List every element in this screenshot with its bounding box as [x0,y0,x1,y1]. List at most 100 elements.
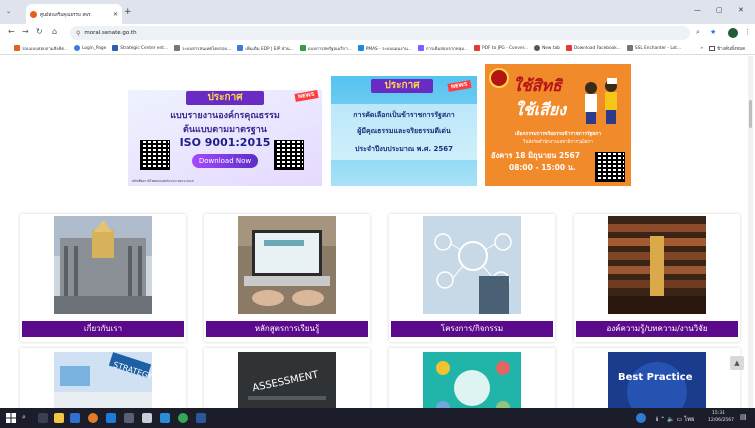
banner-iso-report[interactable]: ประกาศ NEWS แบบรายงานองค์กรคุณธรรม ต้นแบ… [128,90,322,186]
bookmark-item[interactable]: ระบบสารสนเทศโดยรอบ... [174,45,231,52]
bookmark-item[interactable]: แบบการสหรัฐอเมริกา... [299,45,352,52]
card-assessment[interactable]: ASSESSMENT [204,348,370,408]
bookmark-item[interactable]: Download Facebook... [565,45,621,51]
strategy-image: STRATEGY [54,352,152,408]
address-bar[interactable]: ⚲ moral.senate.go.th [70,26,690,40]
banner-footer: คลิกเพื่อดาวน์โหลดแบบฟอร์ม ISO 9001:2015 [132,179,194,183]
site-favicon-icon [30,10,37,18]
scrollbar-thumb[interactable] [749,100,752,128]
bookmark-item[interactable]: เพิ่มเติม EDP | EIP ส่วน... [237,45,294,52]
network-icon[interactable] [636,413,646,423]
bookmark-star-icon[interactable]: ★ [710,28,716,36]
screen: ⌄ ศูนย์ส่งเสริมคุณธรรม สพร. ✕ + — ▢ ✕ ← … [0,0,755,428]
library-image [608,216,706,314]
tab-title: ศูนย์ส่งเสริมคุณธรรม สพร. [40,12,92,18]
close-window-button[interactable]: ✕ [738,6,744,14]
chrome-icon[interactable] [178,413,188,423]
tray-icons[interactable]: ℹ ⌃ 🔈 ▭ ไทย [656,414,695,424]
tab-search-icon[interactable]: ⌄ [6,8,16,18]
profile-avatar[interactable] [728,28,738,38]
card-about-us[interactable]: เกี่ยวกับเรา [20,214,186,342]
bookmark-item[interactable]: SSL Enchanter - Lot... [626,45,681,51]
site-info-icon[interactable]: ⚲ [76,30,80,37]
bookmark-icon [112,45,119,51]
clock-date[interactable]: 12/06/2567 [708,418,734,423]
home-button[interactable]: ⌂ [52,27,57,37]
banner-line: ใช้สิทธิ [513,76,562,95]
search-icon[interactable]: ⌕ [22,413,26,422]
senate-seal-icon [489,68,509,88]
close-tab-icon[interactable]: ✕ [113,11,118,18]
bookmark-item[interactable]: การเดิมสอบจากหลุม... [417,45,468,52]
bookmark-icon [74,45,81,51]
clock-time[interactable]: 15:31 [712,411,725,416]
scroll-top-button[interactable]: ▲ [730,356,744,370]
best-practice-image: Best Practice [608,352,706,408]
bookmarks-overflow-icon[interactable]: » [700,46,703,51]
word-icon[interactable] [196,413,206,423]
bookmark-item[interactable]: รอบแบบสอบถามสังคีต... [14,45,68,52]
card-label[interactable]: โครงการ/กิจกรรม [391,321,553,337]
qr-code-icon [140,140,170,170]
new-tab-button[interactable]: + [124,7,132,17]
bookmark-item[interactable]: PMAS - ระบบแผนงาน... [357,45,412,52]
windows-start-icon[interactable] [6,413,16,423]
banner-vote[interactable]: ใช้สิทธิ ใช้เสียง เลือกกรรมการจริยธรรมข้… [485,64,631,186]
bookmark-icon [237,45,244,51]
url-text: moral.senate.go.th [84,30,137,36]
card-label[interactable]: องค์ความรู้/บทความ/งานวิจัย [576,321,738,337]
project-network-image [423,216,521,314]
download-now-button[interactable]: Download Now [192,154,258,168]
bookmark-icon [626,45,633,51]
banner-line: การคัดเลือกเป็นข้าราชการรัฐสภา [353,111,455,119]
card-knowledge[interactable]: องค์ความรู้/บทความ/งานวิจัย [574,214,740,342]
task-view-icon[interactable] [38,413,48,423]
card-strategy[interactable]: STRATEGY [20,348,186,408]
menu-icon[interactable]: ⋮ [744,28,751,36]
bookmark-icon [417,45,424,51]
minimize-button[interactable]: — [694,6,701,14]
maximize-button[interactable]: ▢ [716,6,723,14]
card-best-practice[interactable]: Best Practice [574,348,740,408]
notification-icon[interactable]: ▤ [740,413,747,421]
bookmark-item[interactable]: PDF to JPG - Conver... [474,45,528,51]
news-badge: NEWS [447,80,472,92]
card-innovation[interactable] [389,348,555,408]
tab-bar: ⌄ ศูนย์ส่งเสริมคุณธรรม สพร. ✕ + — ▢ ✕ [0,0,755,24]
e-learning-laptop-image [238,216,336,314]
bookmark-item[interactable]: New tab [534,45,560,51]
zoom-icon[interactable]: ⌕ [696,28,700,37]
web-page: ประกาศ NEWS แบบรายงานองค์กรคุณธรรม ต้นแบ… [0,56,755,408]
active-tab[interactable]: ศูนย์ส่งเสริมคุณธรรม สพร. ✕ [26,4,122,24]
edge-icon[interactable] [106,413,116,423]
bookmarks-bar: รอบแบบสอบถามสังคีต... Login_Page Strateg… [0,42,755,55]
bookmark-item[interactable]: Login_Page [74,45,106,51]
all-bookmarks-button[interactable]: » ข้างคั่นทั้งหมด [700,45,745,52]
file-explorer-icon[interactable] [54,413,64,423]
news-badge: NEWS [294,90,319,102]
bookmark-icon [474,45,481,51]
app-icon[interactable] [124,413,134,423]
back-button[interactable]: ← [8,27,15,37]
banner-heading: ประกาศ [186,91,264,105]
app-icon[interactable] [160,413,170,423]
card-label[interactable]: เกี่ยวกับเรา [22,321,184,337]
app-icon[interactable] [70,413,80,423]
svg-text:Best Practice: Best Practice [618,372,693,383]
card-label[interactable]: หลักสูตรการเรียนรู้ [206,321,368,337]
banner-award-selection[interactable]: ประกาศ NEWS การคัดเลือกเป็นข้าราชการรัฐส… [331,76,477,186]
card-projects[interactable]: โครงการ/กิจกรรม [389,214,555,342]
folder-icon [709,46,716,51]
vote-time: 08:00 - 15:00 น. [509,163,576,172]
bookmark-icon [565,45,572,51]
forward-button[interactable]: → [22,27,29,37]
bookmark-icon [534,45,541,51]
app-icon[interactable] [142,413,152,423]
reload-button[interactable]: ↻ [36,27,43,37]
firefox-icon[interactable] [88,413,98,423]
windows-taskbar: ⌕ ℹ ⌃ 🔈 ▭ ไทย 15:31 12/06/2567 ▤ [0,408,755,428]
banner-line: ประจำปีงบประมาณ พ.ศ. 2567 [354,145,454,153]
bookmark-item[interactable]: Strategic Center ent... [112,45,168,51]
vote-date: อังคาร 18 มิถุนายน 2567 [491,151,580,160]
card-learning-courses[interactable]: หลักสูตรการเรียนรู้ [204,214,370,342]
